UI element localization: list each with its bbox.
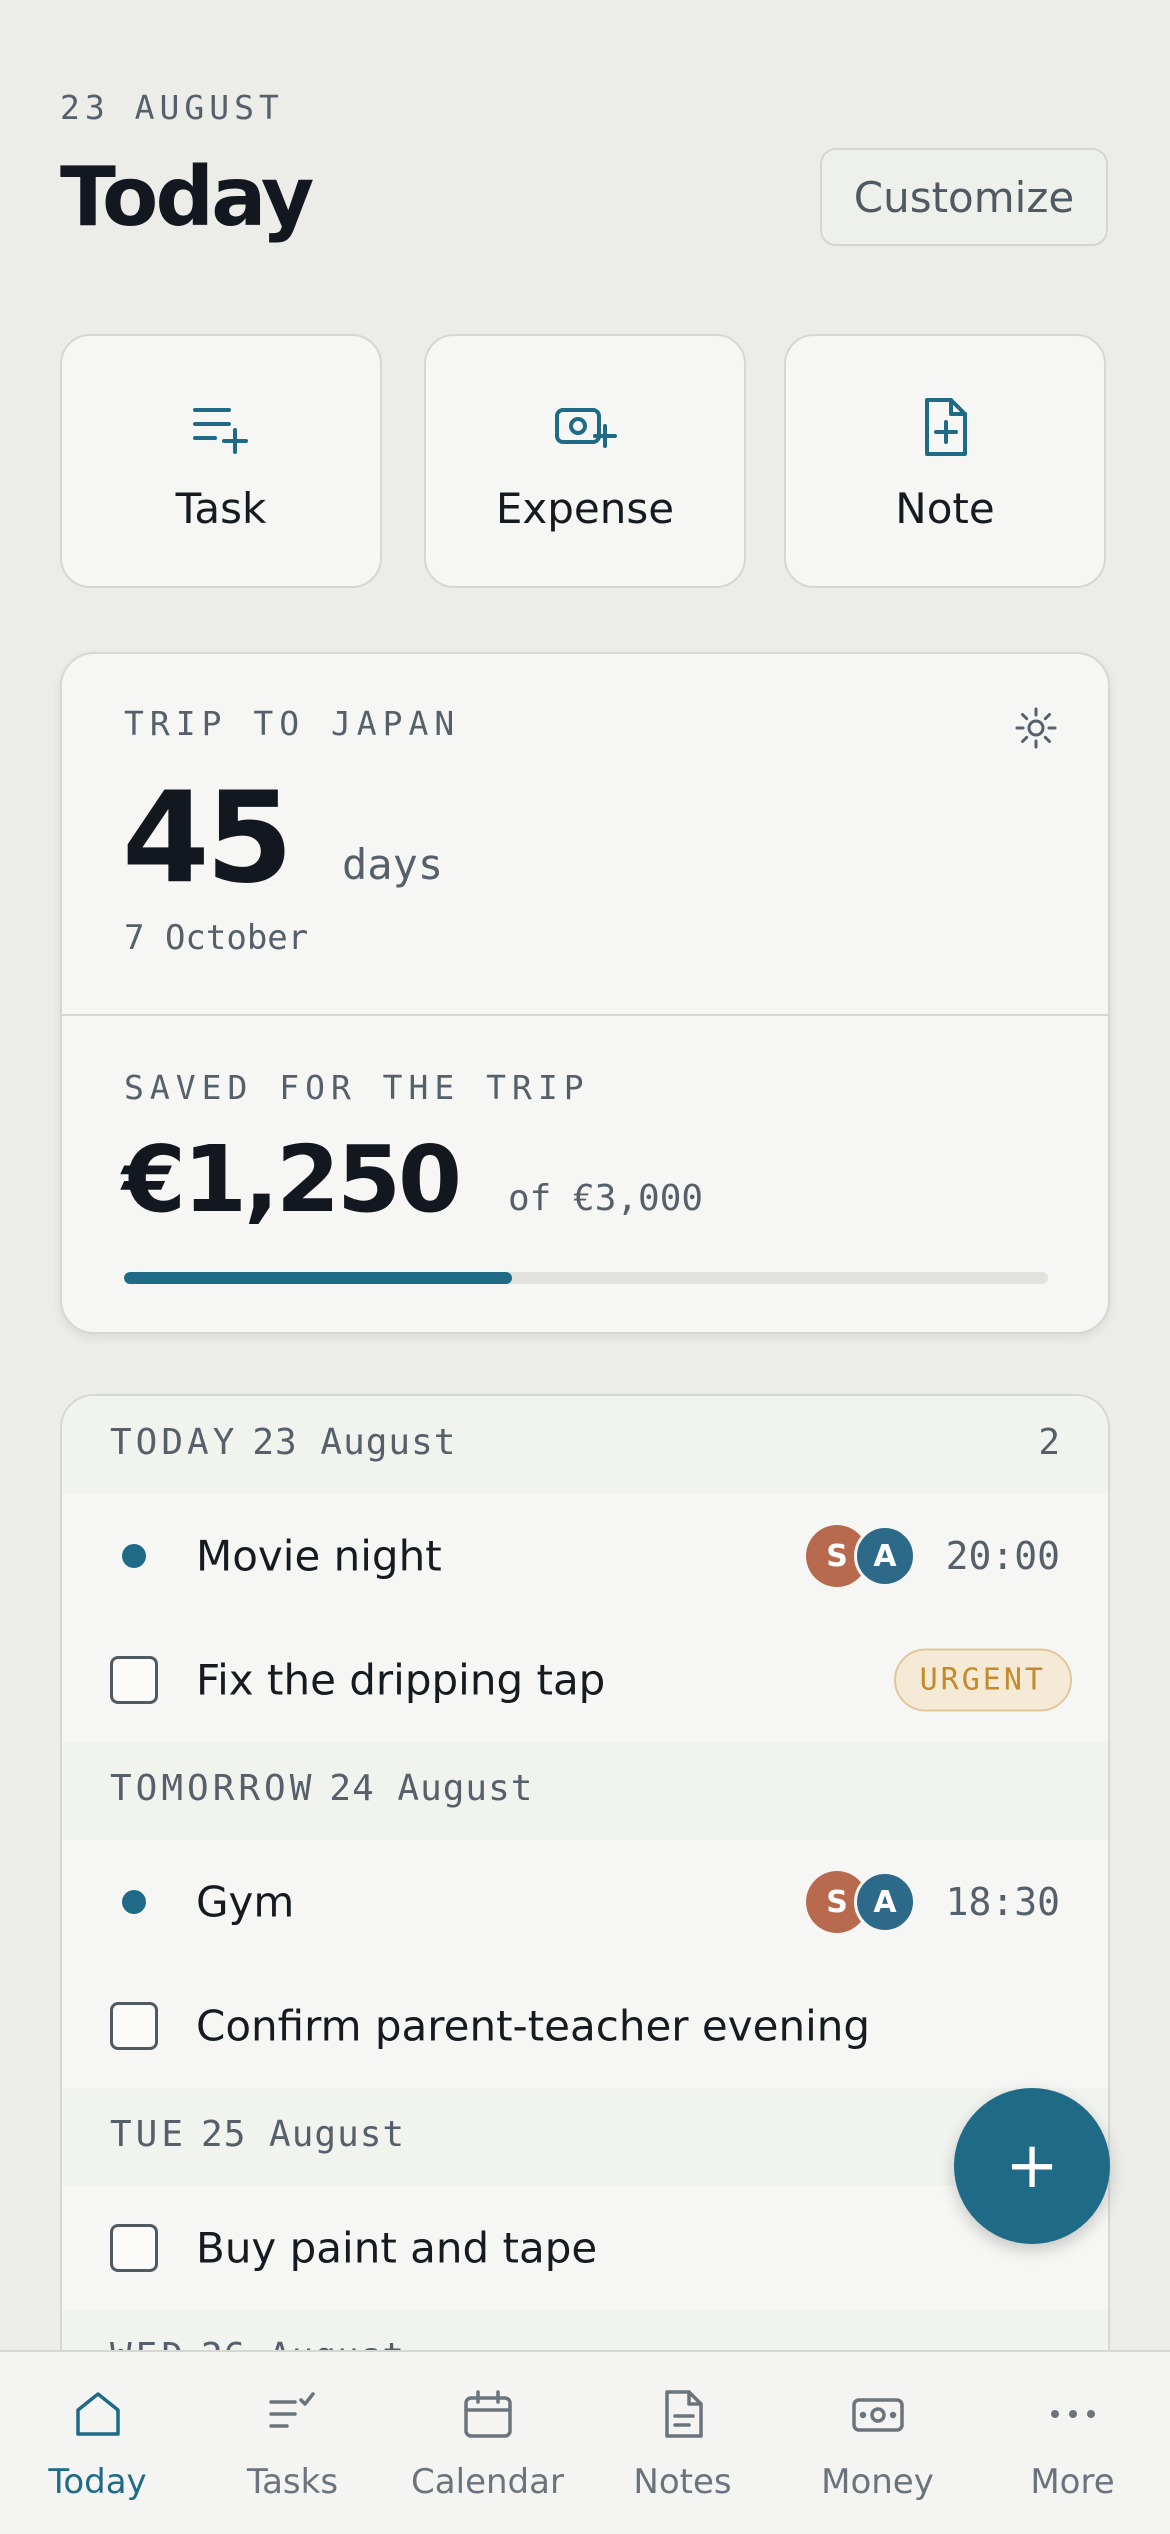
agenda-list: TODAY 23 August 2 Movie night S A 20:00 F… — [60, 1394, 1110, 2394]
countdown-label: TRIP TO JAPAN — [124, 704, 461, 743]
tab-label: Money — [821, 2462, 934, 2502]
note-plus-icon — [925, 398, 967, 456]
days-unit: days — [342, 840, 444, 889]
quick-action-label: Note — [895, 484, 995, 533]
event-dot — [122, 1890, 146, 1914]
task-title: Confirm parent-teacher evening — [196, 2001, 871, 2051]
home-icon — [75, 2392, 120, 2436]
day-count: 2 — [1038, 1422, 1060, 1463]
tab-label: Calendar — [411, 2462, 564, 2502]
task-title: Fix the dripping tap — [196, 1655, 606, 1705]
task-row[interactable]: Fix the dripping tap URGENT — [62, 1618, 1108, 1742]
tasks-icon — [268, 2392, 315, 2428]
calendar-icon — [463, 2390, 512, 2438]
cash-plus-icon — [555, 408, 617, 448]
day-date: 23 August — [252, 1422, 457, 1463]
tab-label: Notes — [633, 2462, 732, 2502]
customize-button[interactable]: Customize — [820, 148, 1108, 246]
tab-bar: Today Tasks Calendar Notes Money More — [0, 2350, 1170, 2534]
tab-label: Tasks — [246, 2462, 339, 2502]
tab-label: More — [1030, 2462, 1115, 2502]
savings-label: SAVED FOR THE TRIP — [124, 1068, 590, 1107]
list-plus-icon — [193, 408, 248, 454]
savings-progress-fill — [124, 1272, 513, 1284]
day-date: 24 August — [329, 1768, 534, 1809]
task-title: Buy paint and tape — [196, 2223, 598, 2273]
day-name: TOMORROW — [110, 1768, 316, 1809]
sun-icon[interactable] — [1014, 706, 1058, 750]
event-time: 20:00 — [945, 1534, 1060, 1578]
quick-action-label: Expense — [495, 484, 675, 533]
event-row[interactable]: Gym S A 18:30 — [62, 1840, 1108, 1966]
trip-date: 7 October — [124, 918, 309, 958]
tab-money[interactable]: Money — [780, 2352, 975, 2534]
money-icon — [851, 2398, 904, 2432]
avatar: A — [854, 1525, 916, 1587]
page-title: Today — [60, 150, 314, 245]
event-time: 18:30 — [945, 1880, 1060, 1924]
event-row[interactable]: Movie night S A 20:00 — [62, 1494, 1108, 1620]
saved-amount: €1,250 — [122, 1126, 462, 1233]
event-title: Movie night — [196, 1531, 442, 1581]
event-title: Gym — [196, 1877, 295, 1927]
tab-tasks[interactable]: Tasks — [195, 2352, 390, 2534]
add-fab-button[interactable]: + — [954, 2088, 1110, 2244]
event-dot — [122, 1544, 146, 1568]
add-expense-button[interactable]: Expense — [424, 334, 746, 588]
day-header-tue: TUE 25 August — [62, 2088, 1108, 2188]
task-checkbox[interactable] — [110, 2224, 158, 2272]
tab-calendar[interactable]: Calendar — [390, 2352, 585, 2534]
add-task-button[interactable]: Task — [60, 334, 382, 588]
trip-card[interactable]: TRIP TO JAPAN 45 days 7 October SAVED FO… — [60, 652, 1110, 1334]
more-icon — [1050, 2410, 1095, 2418]
card-divider — [62, 1014, 1108, 1016]
task-row[interactable]: Confirm parent-teacher evening — [62, 1964, 1108, 2088]
date-label: 23 AUGUST — [60, 88, 284, 127]
quick-action-label: Task — [175, 484, 267, 533]
notes-icon — [664, 2390, 703, 2438]
avatar: A — [854, 1871, 916, 1933]
tab-notes[interactable]: Notes — [585, 2352, 780, 2534]
savings-progress-bar — [124, 1272, 1048, 1284]
tab-today[interactable]: Today — [0, 2352, 195, 2534]
days-count: 45 — [122, 764, 293, 911]
add-note-button[interactable]: Note — [784, 334, 1106, 588]
day-header-tomorrow: TOMORROW 24 August — [62, 1742, 1108, 1842]
task-row[interactable]: Buy paint and tape — [62, 2186, 1108, 2310]
task-checkbox[interactable] — [110, 1656, 158, 1704]
day-date: 25 August — [201, 2114, 406, 2155]
day-name: TODAY — [110, 1422, 239, 1463]
tab-more[interactable]: More — [975, 2352, 1170, 2534]
day-name: TUE — [110, 2114, 188, 2155]
savings-target: of €3,000 — [508, 1178, 704, 1219]
day-header-today: TODAY 23 August 2 — [62, 1396, 1108, 1496]
tab-label: Today — [48, 2462, 147, 2502]
task-checkbox[interactable] — [110, 2002, 158, 2050]
urgent-badge: URGENT — [893, 1648, 1072, 1712]
